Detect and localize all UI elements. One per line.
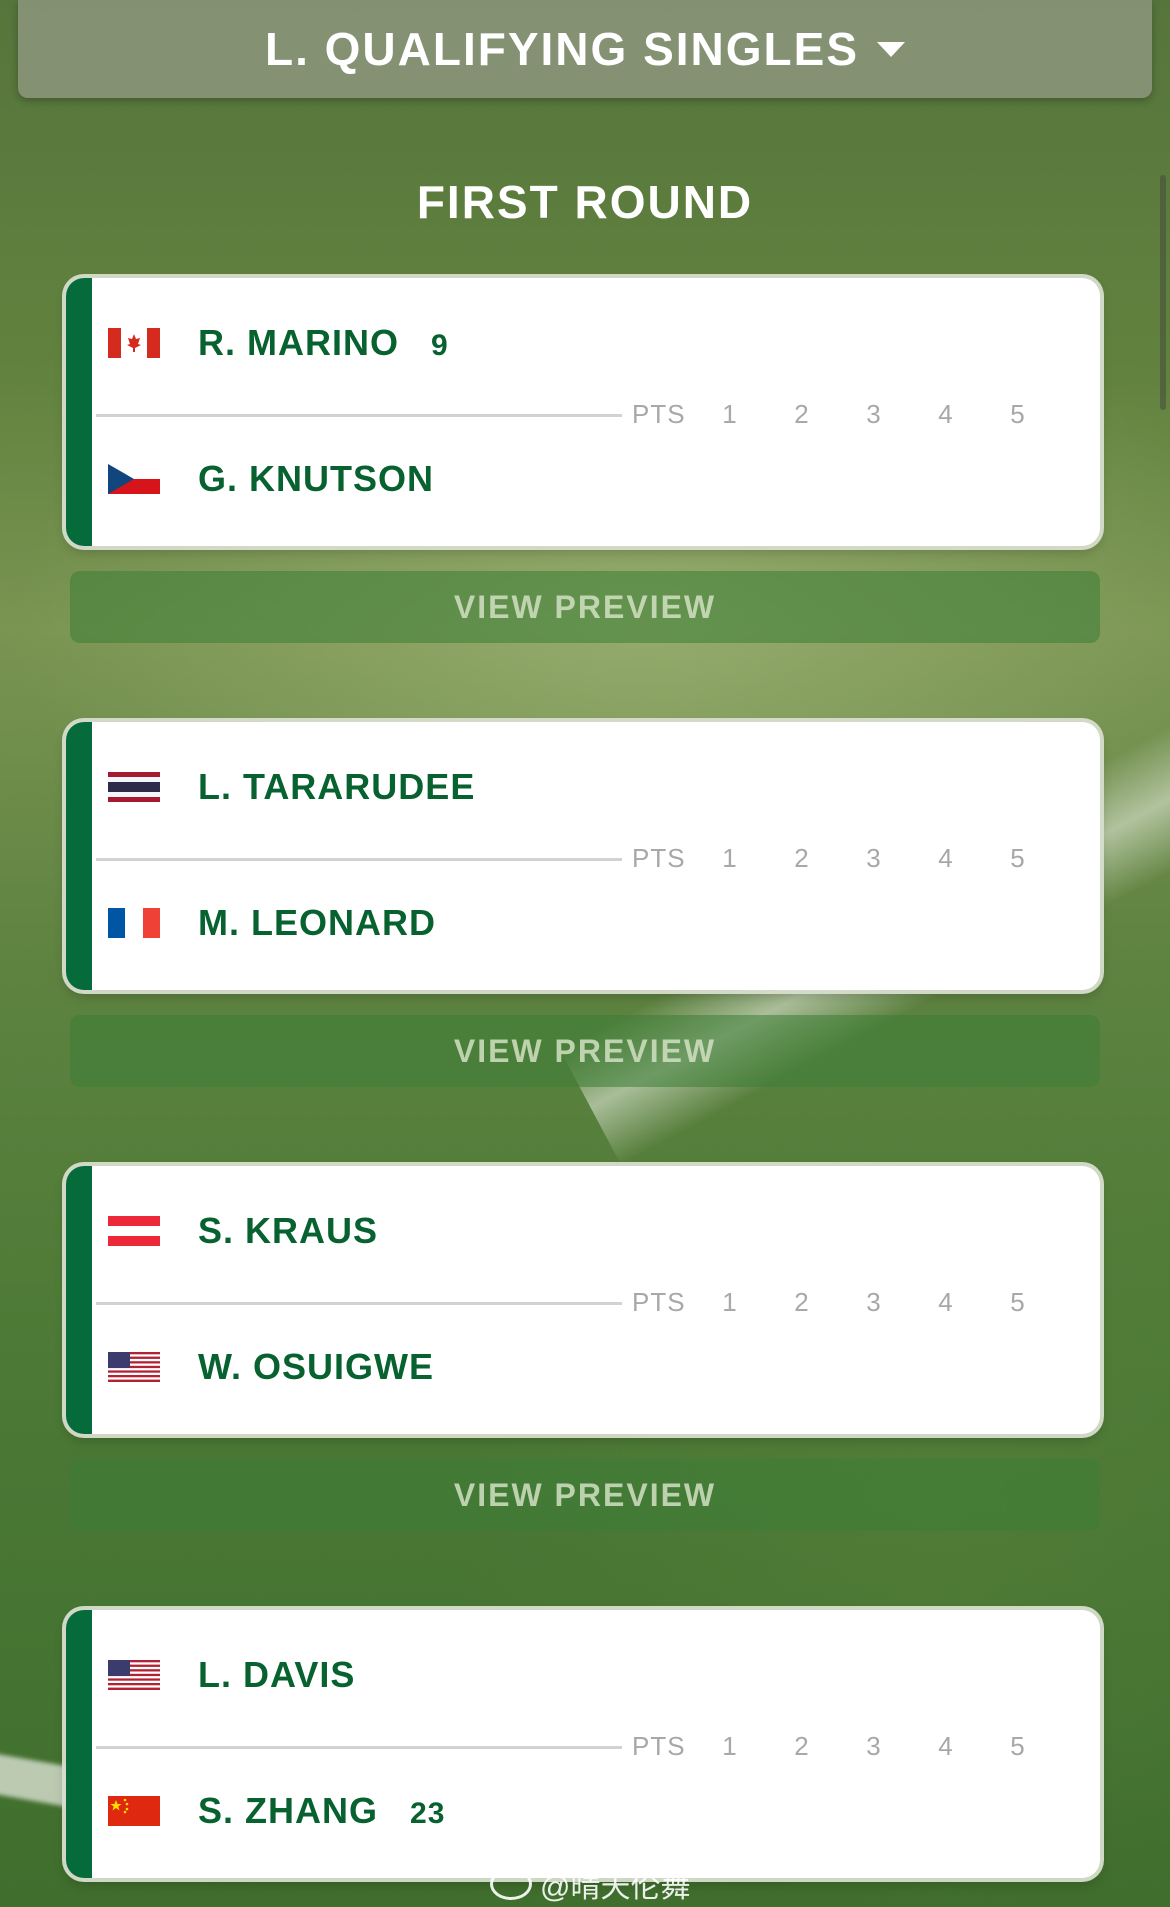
draw-selector-dropdown[interactable]: L. QUALIFYING SINGLES	[18, 0, 1152, 98]
player-name[interactable]: S. ZHANG 23	[198, 1790, 445, 1832]
match-card[interactable]: L. DAVIS PTS 1 2 3 4 5 S. ZHANG 23	[66, 1610, 1100, 1878]
view-preview-button[interactable]: VIEW PREVIEW	[70, 1015, 1100, 1087]
row-divider	[96, 1746, 622, 1749]
player-name[interactable]: W. OSUIGWE	[198, 1346, 434, 1388]
player-row: S. ZHANG 23	[92, 1756, 1100, 1866]
usa-flag-icon	[108, 1660, 160, 1690]
czech-republic-flag-icon	[108, 464, 160, 494]
match-card[interactable]: S. KRAUS PTS 1 2 3 4 5 W. OSUIGWE	[66, 1166, 1100, 1434]
row-divider	[96, 1302, 622, 1305]
player-row: R. MARINO 9	[92, 288, 1100, 398]
france-flag-icon	[108, 908, 160, 938]
usa-flag-icon	[108, 1352, 160, 1382]
row-divider	[96, 858, 622, 861]
view-preview-button[interactable]: VIEW PREVIEW	[70, 1459, 1100, 1531]
player-row: W. OSUIGWE	[92, 1312, 1100, 1422]
row-divider	[96, 414, 622, 417]
player-row: M. LEONARD	[92, 868, 1100, 978]
match-card[interactable]: R. MARINO 9 PTS 1 2 3 4 5 G. KNUTSON	[66, 278, 1100, 546]
draw-selector-label: L. QUALIFYING SINGLES	[264, 23, 860, 75]
player-seed: 9	[431, 329, 449, 362]
card-accent-bar	[66, 278, 92, 546]
match-card[interactable]: L. TARARUDEE PTS 1 2 3 4 5 M. LEONARD	[66, 722, 1100, 990]
player-name[interactable]: S. KRAUS	[198, 1210, 378, 1252]
thailand-flag-icon	[108, 772, 160, 802]
player-row: L. DAVIS	[92, 1620, 1100, 1730]
player-name[interactable]: M. LEONARD	[198, 902, 436, 944]
round-title: FIRST ROUND	[416, 176, 754, 228]
weibo-icon	[490, 1868, 532, 1900]
caret-down-icon	[877, 41, 906, 57]
player-name[interactable]: G. KNUTSON	[198, 458, 434, 500]
player-name[interactable]: L. DAVIS	[198, 1654, 355, 1696]
player-row: G. KNUTSON	[92, 424, 1100, 534]
player-seed: 23	[410, 1797, 446, 1830]
view-preview-button[interactable]: VIEW PREVIEW	[70, 571, 1100, 643]
card-accent-bar	[66, 722, 92, 990]
austria-flag-icon	[108, 1216, 160, 1246]
player-row: L. TARARUDEE	[92, 732, 1100, 842]
player-name[interactable]: R. MARINO 9	[198, 322, 449, 364]
card-accent-bar	[66, 1610, 92, 1878]
player-row: S. KRAUS	[92, 1176, 1100, 1286]
player-name[interactable]: L. TARARUDEE	[198, 766, 475, 808]
card-accent-bar	[66, 1166, 92, 1434]
canada-flag-icon	[108, 328, 160, 358]
watermark: @晴天伦舞	[490, 1862, 690, 1906]
china-flag-icon	[108, 1796, 160, 1826]
scrollbar[interactable]	[1160, 175, 1166, 410]
watermark-text: @晴天伦舞	[540, 1871, 691, 1904]
